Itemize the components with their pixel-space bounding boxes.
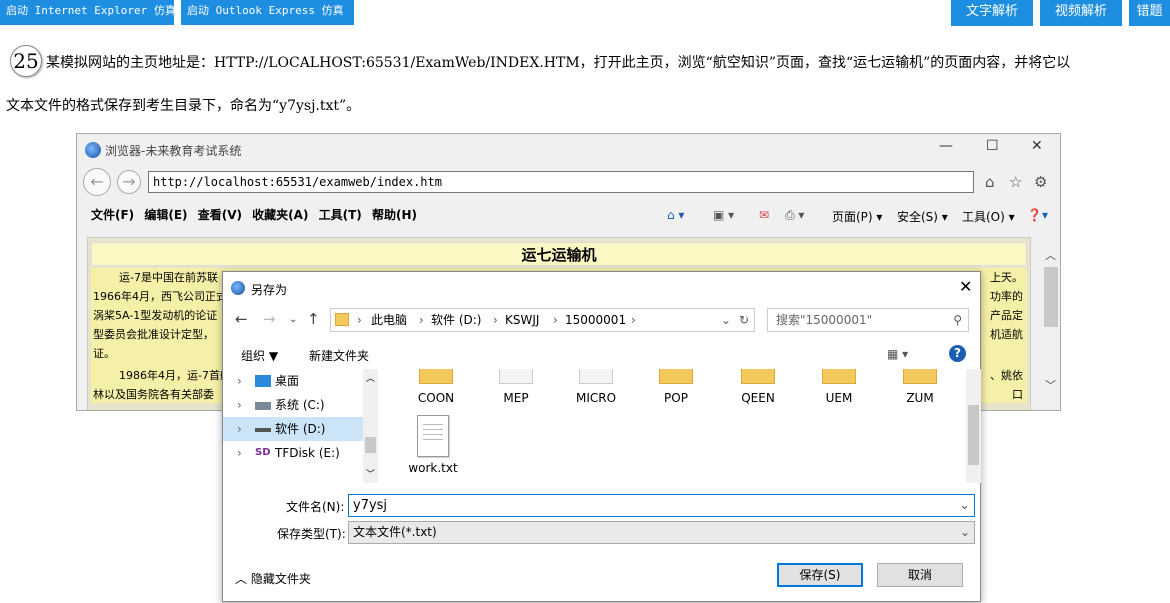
folder-item-label[interactable]: POP: [646, 391, 706, 405]
forward-arrow-icon[interactable]: →: [263, 310, 276, 328]
address-bar[interactable]: http://localhost:65531/examweb/index.htm: [148, 171, 974, 193]
organize-menu[interactable]: 组织 ▼: [241, 347, 278, 364]
chevron-up-icon: ︿: [235, 572, 248, 586]
folder-icon[interactable]: [419, 369, 453, 384]
folder-item-label[interactable]: MICRO: [566, 391, 626, 405]
dialog-app-icon: [231, 281, 245, 295]
settings-gear-icon[interactable]: ⚙: [1034, 173, 1047, 191]
folder-icon[interactable]: [659, 369, 693, 384]
dialog-title: 另存为: [251, 283, 288, 297]
tree-item-c-drive[interactable]: › 系统 (C:): [233, 393, 363, 417]
path-segment[interactable]: 此电脑: [371, 309, 407, 331]
launch-outlook-button[interactable]: 启动 Outlook Express 仿真: [181, 0, 354, 25]
menu-file[interactable]: 文件(F): [91, 208, 134, 222]
question-text-line1: 某模拟网站的主页地址是：HTTP://LOCALHOST:65531/ExamW…: [46, 55, 1071, 71]
cancel-button[interactable]: 取消: [877, 563, 963, 587]
file-item-label[interactable]: work.txt: [403, 461, 463, 475]
search-box[interactable]: 搜索"15000001" ⚲: [767, 308, 969, 332]
up-arrow-icon[interactable]: ↑: [307, 310, 320, 328]
filename-label: 文件名(N):: [286, 500, 345, 514]
filetype-label: 保存类型(T):: [277, 527, 346, 541]
path-segment[interactable]: 15000001: [565, 309, 626, 331]
home-icon[interactable]: ⌂: [985, 173, 995, 191]
path-dropdown-icon[interactable]: ⌄: [721, 309, 731, 331]
tree-item-d-drive[interactable]: › 软件 (D:): [223, 417, 363, 441]
menu-edit[interactable]: 编辑(E): [144, 208, 187, 222]
menu-tools[interactable]: 工具(T): [319, 208, 362, 222]
question-text-line2: 文本文件的格式保存到考生目录下，命名为“y7ysj.txt”。: [6, 98, 361, 114]
folder-item-label[interactable]: UEM: [809, 391, 869, 405]
menu-favorites[interactable]: 收藏夹(A): [252, 208, 308, 222]
mail-icon[interactable]: ✉: [759, 208, 769, 222]
folder-item-label[interactable]: ZUM: [890, 391, 950, 405]
favorites-star-icon[interactable]: ☆: [1009, 173, 1022, 191]
tools-menu[interactable]: 工具(O) ▾: [962, 208, 1015, 225]
menu-bar: 文件(F) 编辑(E) 查看(V) 收藏夹(A) 工具(T) 帮助(H): [91, 206, 423, 223]
question-number: 25: [10, 45, 42, 77]
dialog-close-icon[interactable]: ✕: [959, 277, 972, 296]
folder-icon[interactable]: [822, 369, 856, 384]
text-analysis-button[interactable]: 文字解析: [951, 0, 1033, 26]
back-arrow-icon[interactable]: ←: [235, 310, 248, 328]
folder-icon[interactable]: [741, 369, 775, 384]
video-analysis-button[interactable]: 视频解析: [1040, 0, 1122, 26]
back-icon[interactable]: ←: [83, 168, 111, 196]
folder-item-label[interactable]: COON: [406, 391, 466, 405]
path-bar[interactable]: › 此电脑 › 软件 (D:) › KSWJJ › 15000001 › ⌄ ↻: [330, 308, 755, 332]
text-file-icon[interactable]: [417, 415, 449, 457]
browser-title: 浏览器-未来教育考试系统: [105, 144, 242, 158]
navigation-tree: › 桌面 › 系统 (C:) › 软件 (D:) › SD TFDisk (E:): [223, 369, 378, 483]
maximize-icon[interactable]: ☐: [986, 138, 999, 154]
folder-icon[interactable]: [903, 369, 937, 384]
help-icon[interactable]: ?: [949, 345, 966, 362]
page-heading: 运七运输机: [91, 242, 1027, 266]
help-icon[interactable]: ❓▾: [1027, 208, 1048, 222]
minimize-icon[interactable]: —: [939, 138, 953, 154]
tree-scrollbar[interactable]: ︿ ﹀: [363, 369, 378, 483]
tree-item-desktop[interactable]: › 桌面: [233, 369, 363, 393]
refresh-icon[interactable]: ↻: [739, 309, 749, 331]
home-toolbar-icon[interactable]: ⌂ ▾: [667, 208, 684, 222]
search-icon: ⚲: [953, 313, 962, 327]
desktop-icon: [255, 375, 271, 387]
menu-view[interactable]: 查看(V): [198, 208, 242, 222]
path-segment[interactable]: KSWJJ: [505, 309, 539, 331]
filename-input[interactable]: y7ysj ⌄: [348, 494, 975, 517]
filename-dropdown-icon[interactable]: ⌄: [959, 495, 970, 516]
print-icon[interactable]: ⎙ ▾: [785, 208, 804, 223]
safety-menu[interactable]: 安全(S) ▾: [897, 208, 948, 225]
file-list-scrollbar[interactable]: [966, 369, 981, 483]
folder-item-label[interactable]: MEP: [486, 391, 546, 405]
forward-icon[interactable]: →: [117, 170, 141, 194]
close-icon[interactable]: ✕: [1031, 138, 1043, 154]
recent-dropdown-icon[interactable]: ⌄: [289, 314, 297, 325]
feeds-icon[interactable]: ▣ ▾: [713, 208, 734, 222]
hide-folders-toggle[interactable]: ︿ 隐藏文件夹: [235, 570, 311, 587]
folder-path-icon: [335, 313, 349, 326]
file-list: COON MEP MICRO POP QEEN UEM ZUM work.txt: [379, 369, 966, 483]
view-options-icon[interactable]: ▦ ▾: [887, 347, 908, 361]
tree-item-e-drive[interactable]: › SD TFDisk (E:): [233, 441, 363, 465]
drive-icon: [255, 428, 271, 432]
launch-ie-button[interactable]: 启动 Internet Explorer 仿真: [0, 0, 176, 25]
save-as-dialog: 另存为 ✕ ← → ⌄ ↑ › 此电脑 › 软件 (D:) › KSWJJ › …: [222, 271, 981, 602]
browser-scrollbar[interactable]: ︿ ﹀: [1042, 237, 1060, 397]
folder-icon[interactable]: [579, 369, 613, 384]
folder-item-label[interactable]: QEEN: [728, 391, 788, 405]
wrong-questions-button[interactable]: 错题: [1129, 0, 1170, 26]
browser-logo-icon: [85, 142, 101, 158]
new-folder-button[interactable]: 新建文件夹: [309, 347, 369, 364]
sd-card-icon: SD: [255, 447, 271, 458]
page-menu[interactable]: 页面(P) ▾: [832, 208, 882, 225]
folder-icon[interactable]: [499, 369, 533, 384]
filetype-select[interactable]: 文本文件(*.txt) ⌄: [348, 521, 975, 544]
menu-help[interactable]: 帮助(H): [372, 208, 417, 222]
filetype-dropdown-icon[interactable]: ⌄: [960, 522, 970, 543]
save-button[interactable]: 保存(S): [777, 563, 863, 587]
path-segment[interactable]: 软件 (D:): [431, 309, 481, 331]
drive-icon: [255, 402, 271, 410]
